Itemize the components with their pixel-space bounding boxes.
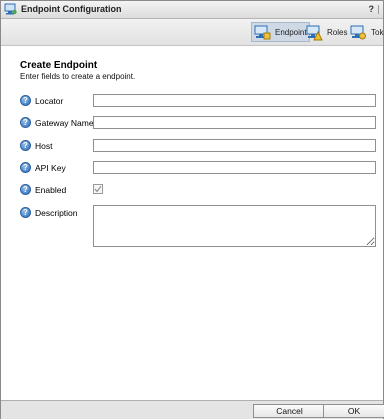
tab-tokens-label: Toke: [371, 27, 384, 37]
help-icon[interactable]: ?: [20, 117, 31, 128]
api-key-input[interactable]: [93, 161, 376, 174]
locator-label: Locator: [35, 96, 64, 106]
endpoint-icon: [254, 25, 271, 39]
page-subtitle: Enter fields to create a endpoint.: [20, 72, 136, 81]
endpoint-configuration-window: Endpoint Configuration ? Endpoint Roles: [0, 0, 384, 419]
description-label: Description: [35, 208, 78, 218]
host-label: Host: [35, 141, 53, 151]
close-button[interactable]: [378, 5, 383, 14]
help-icon[interactable]: ?: [20, 95, 31, 106]
ok-button[interactable]: OK: [323, 404, 384, 418]
roles-icon: [306, 25, 323, 40]
tab-roles-label: Roles: [327, 27, 348, 37]
page-title: Create Endpoint: [20, 60, 98, 71]
enabled-label: Enabled: [35, 185, 67, 195]
enabled-checkbox[interactable]: [93, 184, 103, 194]
window-title: Endpoint Configuration: [21, 4, 122, 14]
host-input[interactable]: [93, 139, 376, 152]
toolbar: Endpoint Roles Toke: [1, 19, 384, 46]
tokens-icon: [350, 25, 366, 39]
gateway-name-label: Gateway Name: [35, 118, 94, 128]
help-icon[interactable]: ?: [20, 162, 31, 173]
help-button[interactable]: ?: [369, 4, 375, 14]
tab-endpoint[interactable]: Endpoint: [251, 22, 310, 42]
help-icon[interactable]: ?: [20, 140, 31, 151]
cancel-button[interactable]: Cancel: [253, 404, 326, 418]
help-icon[interactable]: ?: [20, 207, 31, 218]
gateway-name-input[interactable]: [93, 116, 376, 129]
dialog-footer: Cancel OK: [1, 400, 384, 419]
checkmark-icon: [94, 185, 102, 193]
tab-endpoint-label: Endpoint: [275, 27, 307, 37]
title-bar[interactable]: Endpoint Configuration ?: [1, 1, 383, 19]
help-icon[interactable]: ?: [20, 184, 31, 195]
tab-roles[interactable]: Roles: [306, 23, 347, 41]
locator-input[interactable]: [93, 94, 376, 107]
api-key-label: API Key: [35, 163, 66, 173]
description-textarea[interactable]: [93, 205, 376, 247]
tab-tokens[interactable]: Toke: [350, 23, 384, 41]
endpoint-config-icon: [4, 3, 17, 15]
